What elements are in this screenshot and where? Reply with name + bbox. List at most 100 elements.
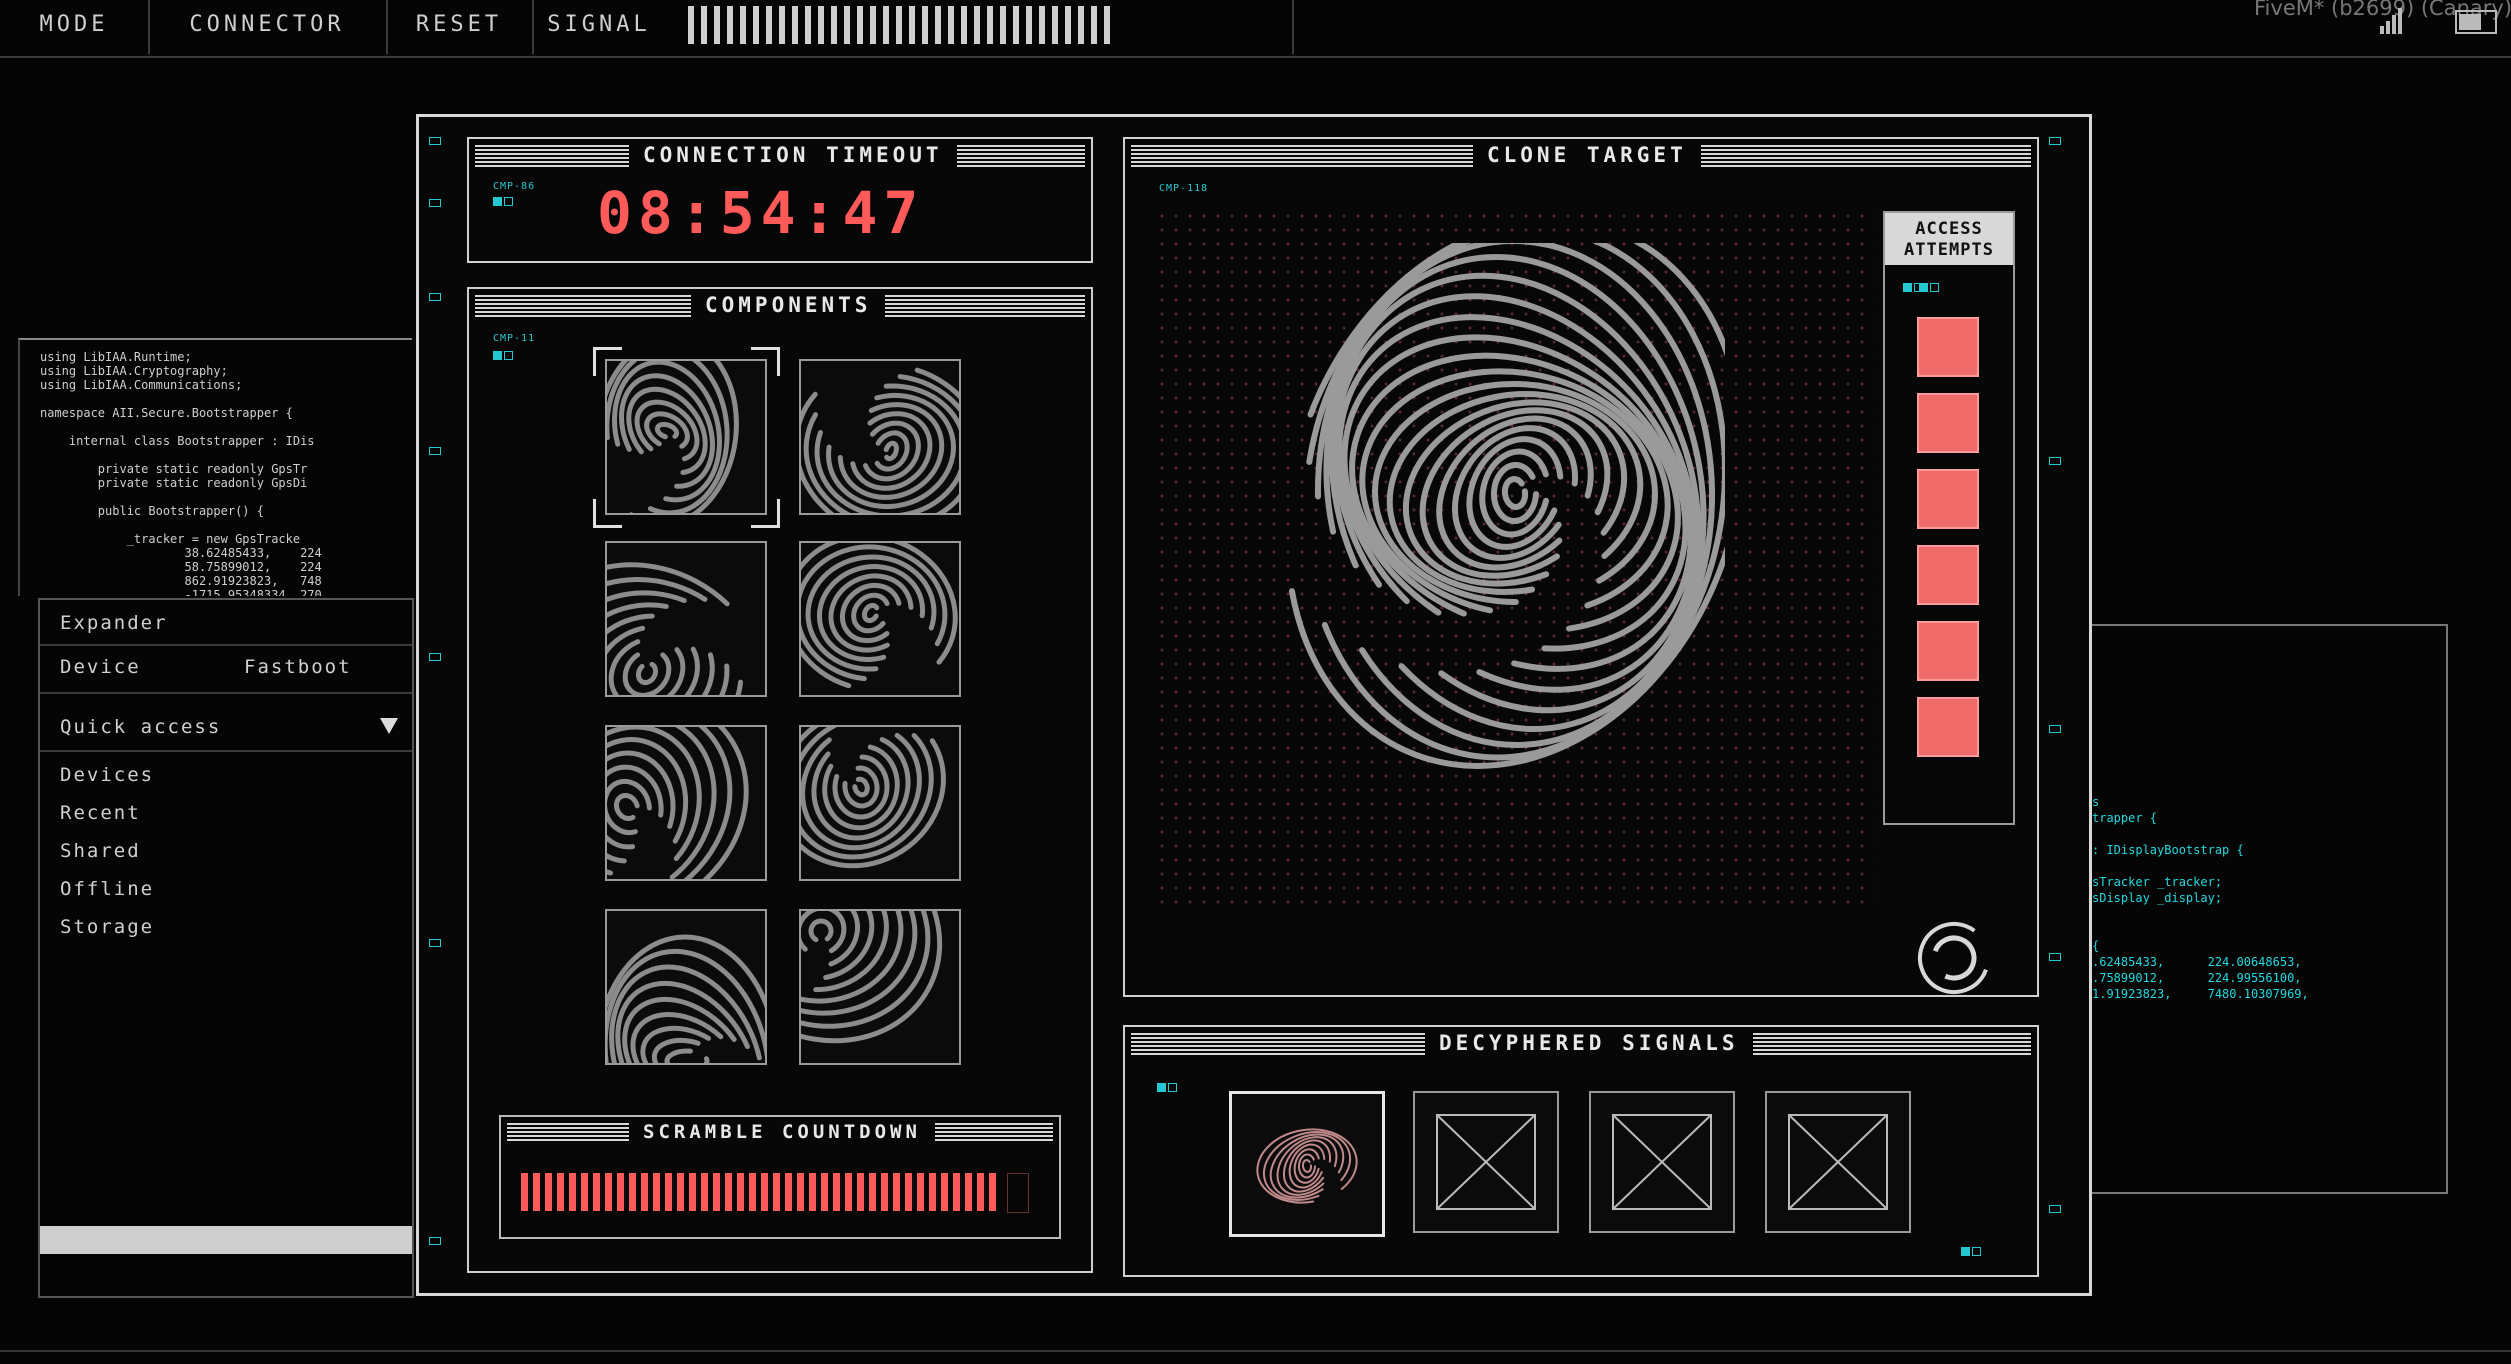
signal-slot-empty[interactable] <box>1765 1091 1911 1233</box>
dropdown-arrow-icon[interactable] <box>380 718 398 734</box>
empty-slot-icon <box>1612 1114 1712 1210</box>
components-panel: COMPONENTS CMP-11 SCRAMBLE COUNTDOWN <box>467 287 1093 1273</box>
fingerprint-tile[interactable] <box>605 541 767 697</box>
code-panel: using LibIAA.Runtime; using LibIAA.Crypt… <box>18 338 412 596</box>
status-dots <box>493 197 513 206</box>
status-dots <box>1961 1247 1981 1256</box>
top-bar: MODE CONNECTOR RESET SIGNAL FiveM* (b269… <box>0 0 2511 58</box>
access-attempt-block <box>1917 393 1979 453</box>
side-marker <box>429 1237 441 1245</box>
side-marker <box>429 199 441 207</box>
countdown-timer: 08:54:47 <box>597 179 925 247</box>
access-attempts: ACCESS ATTEMPTS <box>1883 211 2015 825</box>
fingerprint-tile[interactable] <box>799 359 961 515</box>
menu-scrollbar[interactable] <box>40 1226 412 1254</box>
menu-item-shared[interactable]: Shared <box>60 840 141 862</box>
right-code-panel: s trapper { : IDisplayBootstrap { sTrack… <box>2092 624 2448 1194</box>
timer-tag: CMP-86 <box>493 181 536 192</box>
scramble-countdown-title: SCRAMBLE COUNTDOWN <box>629 1119 935 1145</box>
components-title: COMPONENTS <box>691 292 886 318</box>
expander-label[interactable]: Expander <box>60 612 168 634</box>
selection-corner <box>751 499 780 528</box>
selection-corner <box>593 347 622 376</box>
menu-item-recent[interactable]: Recent <box>60 802 141 824</box>
fingerprint-icon <box>1284 243 1725 769</box>
side-marker <box>2049 1205 2061 1213</box>
status-dots <box>1157 1083 1187 1092</box>
attempts-title-line2: ATTEMPTS <box>1904 240 1994 260</box>
fingerprint-icon <box>607 727 749 879</box>
menu-item-devices[interactable]: Devices <box>60 764 154 786</box>
fastboot-label[interactable]: Fastboot <box>244 656 352 678</box>
device-label: Device <box>60 656 141 678</box>
side-marker <box>2049 457 2061 465</box>
reset-button[interactable]: RESET <box>386 0 534 54</box>
empty-slot-icon <box>1788 1114 1888 1210</box>
fingerprint-icon <box>801 911 943 1044</box>
main-window: CONNECTION TIMEOUT CMP-86 08:54:47 COMPO… <box>416 114 2092 1296</box>
fingerprint-tile[interactable] <box>799 725 961 881</box>
wifi-icon <box>2380 8 2402 34</box>
side-marker <box>429 137 441 145</box>
signal-slot-fingerprint[interactable] <box>1229 1091 1385 1237</box>
menu-divider <box>40 692 412 694</box>
side-marker <box>2049 137 2061 145</box>
quick-access-dropdown[interactable]: Quick access <box>60 716 221 738</box>
menu-divider <box>40 750 412 752</box>
access-attempt-block <box>1917 545 1979 605</box>
fingerprint-icon <box>607 562 765 695</box>
signal-slot-empty[interactable] <box>1413 1091 1559 1233</box>
selection-corner <box>593 499 622 528</box>
fingerprint-tile[interactable] <box>799 541 961 697</box>
decyphered-signals-title: DECYPHERED SIGNALS <box>1425 1030 1753 1056</box>
fingerprint-icon <box>607 361 739 513</box>
scramble-progress-bar <box>521 1173 997 1211</box>
fingerprint-icon <box>801 362 959 513</box>
fingerprint-tile[interactable] <box>605 359 767 515</box>
access-attempt-block <box>1917 317 1979 377</box>
signal-label: SIGNAL <box>547 12 651 37</box>
clone-target-title: CLONE TARGET <box>1473 142 1701 168</box>
connection-timeout-panel: CONNECTION TIMEOUT CMP-86 08:54:47 <box>467 137 1093 263</box>
connector-button[interactable]: CONNECTOR <box>148 0 388 54</box>
clone-target-panel: CLONE TARGET CMP-118 ACCESS ATTEMPTS <box>1123 137 2039 997</box>
reload-icon[interactable] <box>1915 919 1993 997</box>
fingerprint-icon <box>607 934 765 1063</box>
side-menu: Expander Device Fastboot Quick access De… <box>38 598 414 1298</box>
access-attempt-block <box>1917 469 1979 529</box>
menu-item-offline[interactable]: Offline <box>60 878 154 900</box>
mode-button[interactable]: MODE <box>0 0 150 54</box>
selection-corner <box>751 347 780 376</box>
battery-icon <box>2455 10 2497 34</box>
signal-bars-icon <box>688 6 1116 44</box>
clone-tag: CMP-118 <box>1159 183 1209 194</box>
scramble-bar-end <box>1007 1173 1029 1213</box>
side-marker <box>429 653 441 661</box>
code-text: using LibIAA.Runtime; using LibIAA.Crypt… <box>40 350 322 596</box>
status-dots <box>1919 283 1939 292</box>
status-dots <box>493 351 513 360</box>
decyphered-signals-panel: DECYPHERED SIGNALS <box>1123 1025 2039 1277</box>
access-attempt-block <box>1917 621 1979 681</box>
access-attempt-block <box>1917 697 1979 757</box>
fingerprint-tile[interactable] <box>799 909 961 1065</box>
menu-divider <box>40 644 412 646</box>
scramble-countdown: SCRAMBLE COUNTDOWN <box>499 1115 1061 1239</box>
right-code-text: s trapper { : IDisplayBootstrap { sTrack… <box>2092 795 2309 1001</box>
topbar-divider <box>1292 0 1294 54</box>
side-marker <box>2049 725 2061 733</box>
fingerprint-tile[interactable] <box>605 909 767 1065</box>
empty-slot-icon <box>1436 1114 1536 1210</box>
fingerprint-tile[interactable] <box>605 725 767 881</box>
components-tag: CMP-11 <box>493 333 536 344</box>
fingerprint-icon <box>801 543 958 693</box>
fingerprint-icon <box>1256 1128 1358 1204</box>
connection-timeout-title: CONNECTION TIMEOUT <box>629 142 957 168</box>
signal-slot-empty[interactable] <box>1589 1091 1735 1233</box>
access-attempts-title: ACCESS ATTEMPTS <box>1885 213 2013 265</box>
side-marker <box>429 293 441 301</box>
attempts-title-line1: ACCESS <box>1915 219 1983 239</box>
side-marker <box>429 939 441 947</box>
fingerprint-icon <box>801 727 946 869</box>
menu-item-storage[interactable]: Storage <box>60 916 154 938</box>
